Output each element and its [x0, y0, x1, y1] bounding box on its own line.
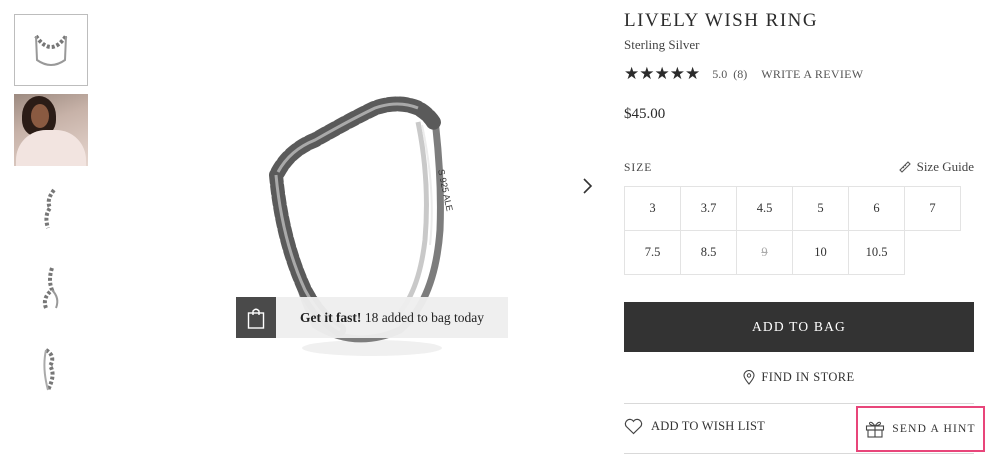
shopping-bag-icon	[236, 297, 276, 338]
ring-main-image: S 925 ALE	[269, 96, 455, 356]
send-a-hint-button[interactable]: SEND A HINT	[856, 406, 985, 452]
size-guide-link[interactable]: Size Guide	[898, 159, 974, 175]
add-to-bag-button[interactable]: ADD TO BAG	[624, 302, 974, 352]
ruler-icon	[898, 161, 911, 173]
ring-back-thumbnail-image	[43, 348, 55, 391]
find-in-store-button[interactable]: FIND IN STORE	[624, 370, 974, 385]
thumbnail-ring-side[interactable]	[14, 174, 88, 246]
rating-row: ★★★★★ 5.0 (8) WRITE A REVIEW	[624, 64, 863, 84]
size-label: SIZE	[624, 162, 653, 174]
size-option[interactable]: 6	[848, 186, 905, 231]
thumbnail-ring-front[interactable]	[14, 14, 88, 86]
divider	[624, 453, 974, 454]
divider	[624, 403, 974, 404]
location-pin-icon	[743, 370, 755, 385]
chevron-right-icon	[583, 178, 593, 194]
add-to-wishlist-button[interactable]: ADD TO WISH LIST	[624, 418, 765, 435]
product-image-stage: S 925 ALE	[100, 0, 605, 463]
star-rating-icon: ★★★★★	[624, 64, 701, 83]
toast-bold-text: Get it fast!	[299, 309, 362, 325]
thumbnail-ring-angle[interactable]	[14, 254, 88, 326]
size-option[interactable]: 3	[624, 186, 681, 231]
added-to-bag-toast: Get it fast! 18 added to bag today	[236, 297, 508, 338]
toast-message: Get it fast! 18 added to bag today	[276, 310, 508, 326]
size-option: 9	[736, 230, 793, 275]
size-option[interactable]: 7	[904, 186, 961, 231]
size-option[interactable]: 4.5	[736, 186, 793, 231]
size-option[interactable]: 10.5	[848, 230, 905, 275]
size-option[interactable]: 8.5	[680, 230, 737, 275]
thumbnail-list	[14, 14, 88, 414]
next-image-arrow[interactable]	[576, 174, 600, 198]
size-options: 3 3.7 4.5 5 6 7 7.5 8.5 9 10 10.5	[624, 186, 961, 275]
add-to-wishlist-label: ADD TO WISH LIST	[651, 419, 765, 433]
find-in-store-label: FIND IN STORE	[761, 370, 855, 384]
gift-icon	[866, 421, 885, 438]
size-option[interactable]: 7.5	[624, 230, 681, 275]
size-guide-label: Size Guide	[916, 159, 974, 174]
rating-score: 5.0	[712, 66, 728, 81]
size-option[interactable]: 3.7	[680, 186, 737, 231]
product-material: Sterling Silver	[624, 37, 700, 52]
product-title: LIVELY WISH RING	[624, 10, 819, 31]
send-a-hint-label: SEND A HINT	[892, 423, 976, 435]
thumbnail-ring-back[interactable]	[14, 334, 88, 406]
review-count[interactable]: (8)	[733, 67, 747, 82]
product-price: $45.00	[624, 106, 666, 122]
ring-angle-thumbnail-image	[42, 267, 59, 309]
heart-icon	[624, 418, 643, 435]
ring-front-thumbnail-image	[34, 34, 68, 66]
toast-text: 18 added to bag today	[361, 309, 485, 325]
write-review-link[interactable]: WRITE A REVIEW	[761, 67, 863, 82]
size-option[interactable]: 10	[792, 230, 849, 275]
thumbnail-model-photo[interactable]	[14, 94, 88, 166]
ring-side-thumbnail-image	[44, 188, 56, 229]
size-option[interactable]: 5	[792, 186, 849, 231]
